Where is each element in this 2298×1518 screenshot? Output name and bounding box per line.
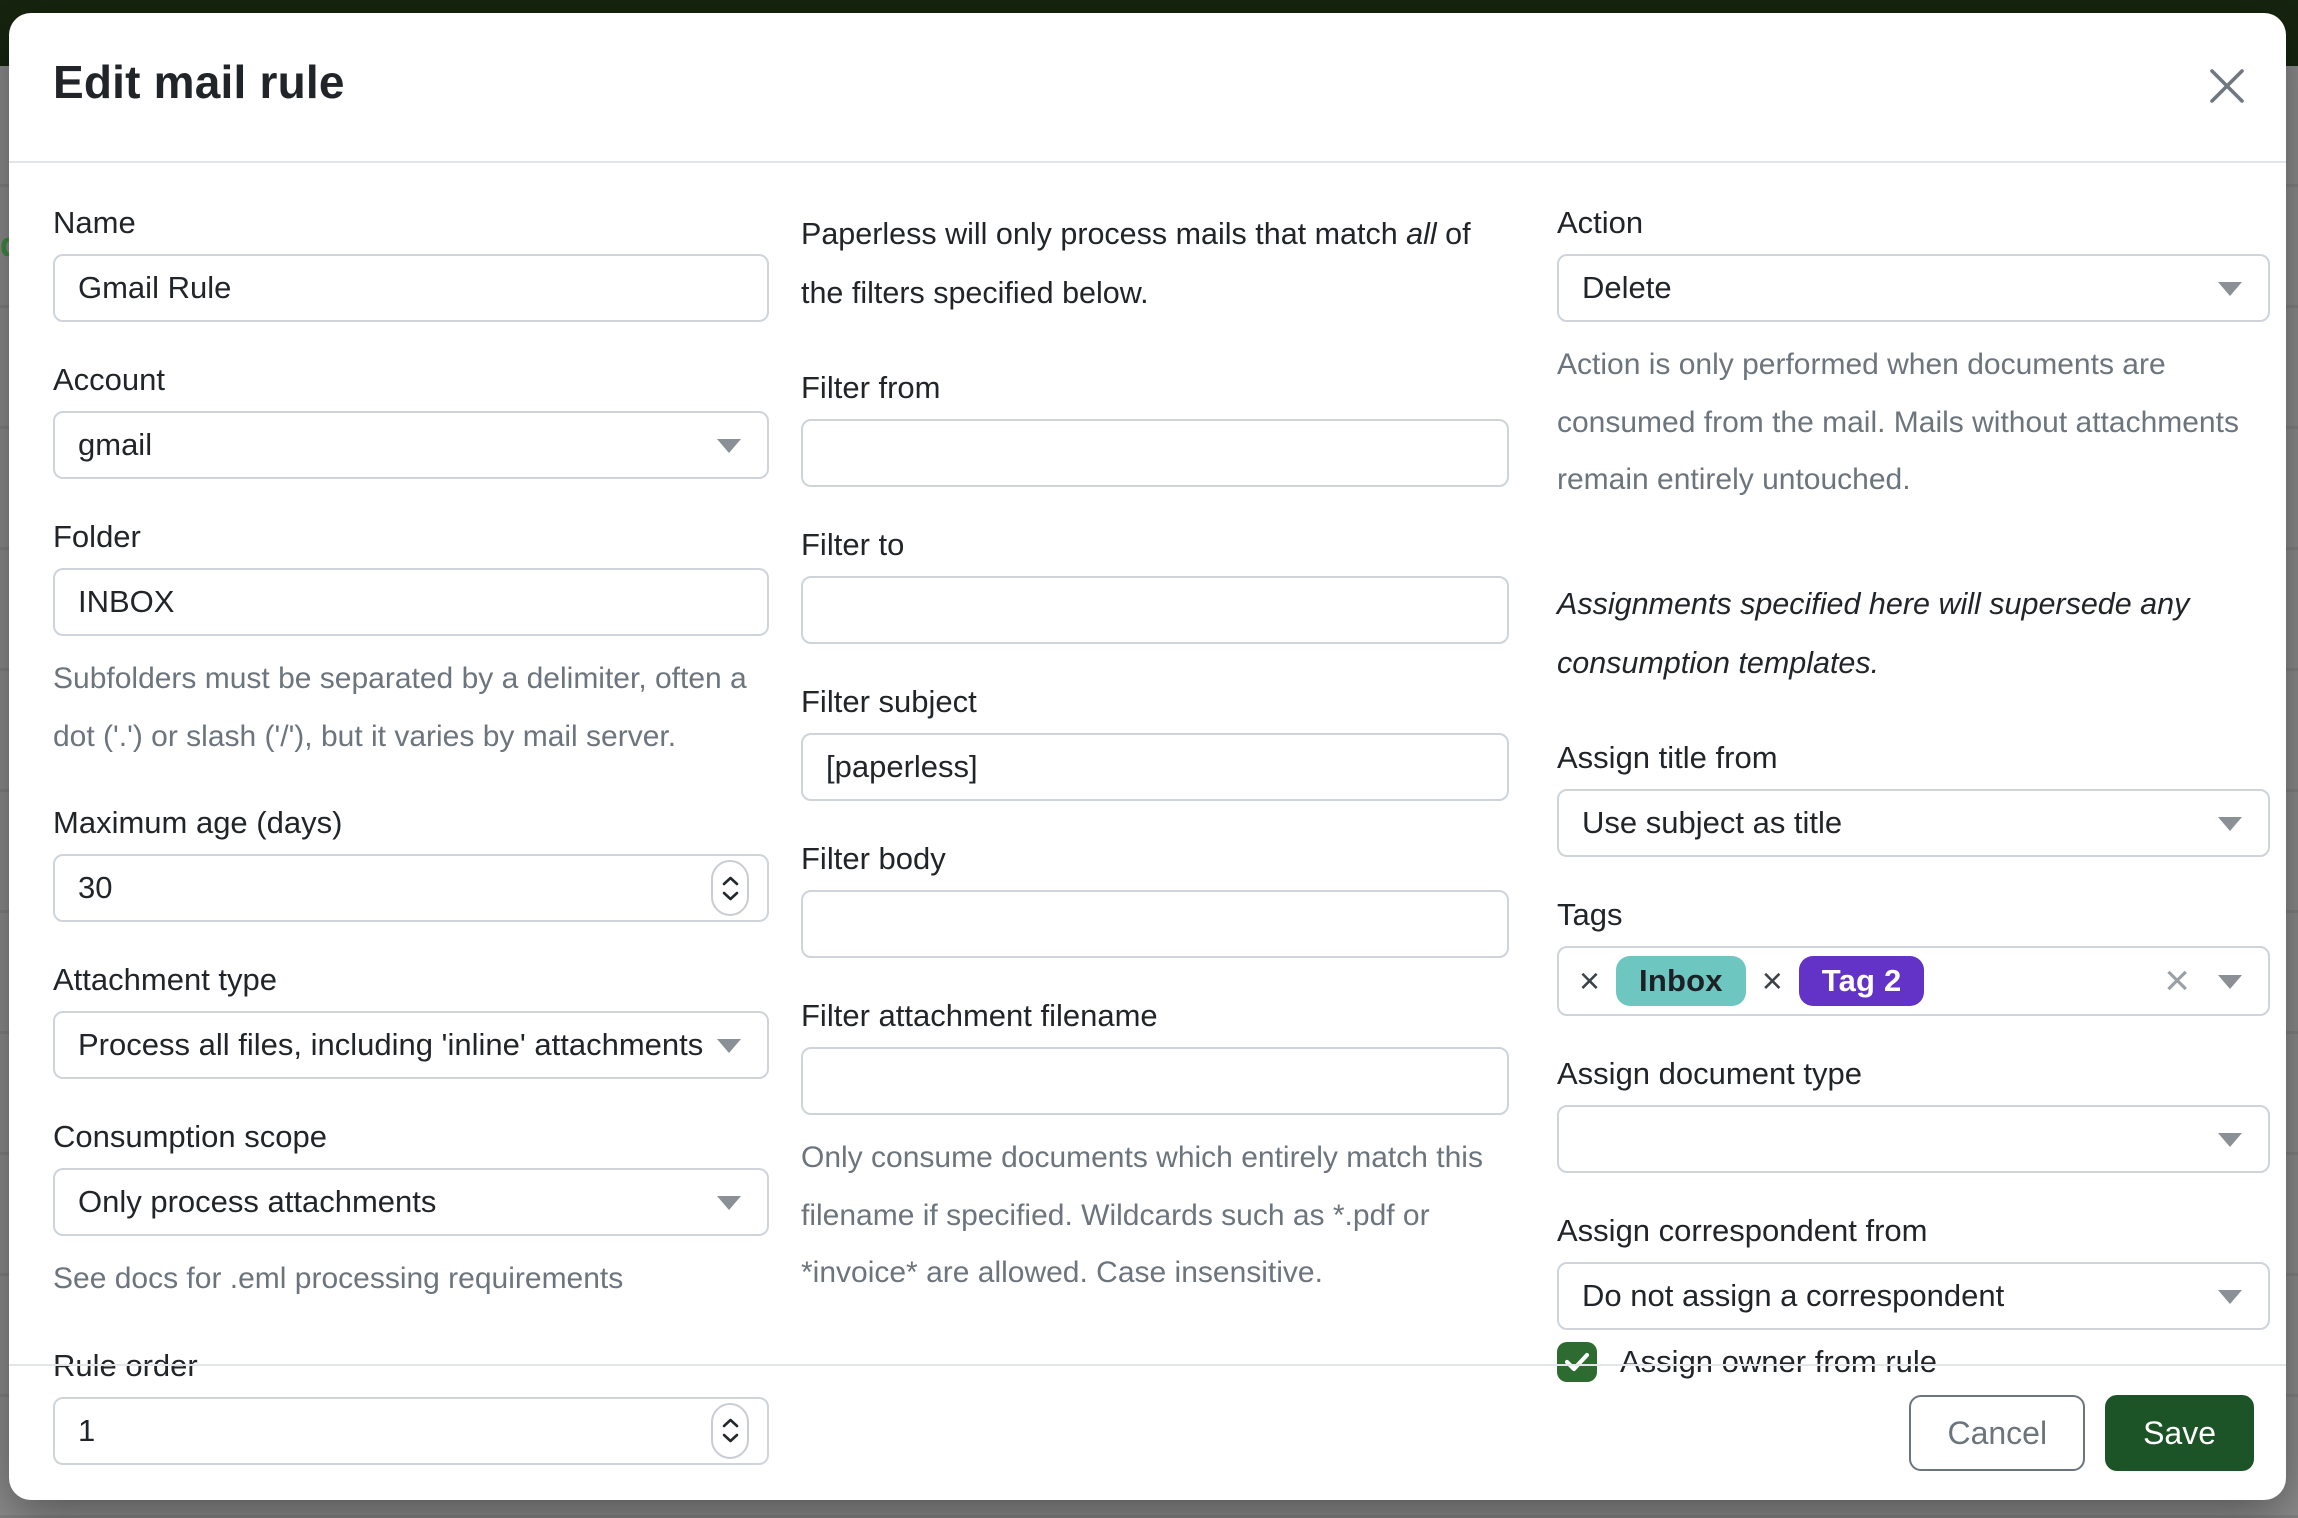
max-age-value: 30: [78, 870, 112, 906]
action-value: Delete: [1582, 270, 1672, 306]
screen: d Edit mail rule Name Gmail Rule: [0, 0, 2298, 1518]
assignments-note: Assignments specified here will supersed…: [1557, 575, 2270, 694]
chevron-down-icon: [2218, 975, 2242, 989]
tags-field-group: Tags × Inbox × Tag 2 ×: [1557, 897, 2270, 1016]
attachment-type-value: Process all files, including 'inline' at…: [78, 1027, 703, 1063]
column-filters: Paperless will only process mails that m…: [801, 205, 1509, 1366]
tags-multiselect[interactable]: × Inbox × Tag 2 ×: [1557, 946, 2270, 1016]
filter-subject-value: [paperless]: [826, 749, 978, 785]
chevron-down-icon: [2218, 817, 2242, 831]
assign-correspondent-label: Assign correspondent from: [1557, 1213, 2270, 1249]
chevron-down-icon: [717, 439, 741, 453]
column-action-assignments: Action Delete Action is only performed w…: [1557, 205, 2270, 1366]
account-field-group: Account gmail: [53, 362, 769, 479]
assign-doctype-select[interactable]: [1557, 1105, 2270, 1173]
assign-correspondent-select[interactable]: Do not assign a correspondent: [1557, 1262, 2270, 1330]
folder-input[interactable]: INBOX: [53, 568, 769, 636]
account-label: Account: [53, 362, 769, 398]
dialog-header: Edit mail rule: [9, 13, 2286, 163]
filter-from-label: Filter from: [801, 370, 1509, 406]
tag-chip: Inbox: [1616, 956, 1746, 1006]
max-age-input[interactable]: 30: [53, 854, 769, 922]
assign-correspondent-value: Do not assign a correspondent: [1582, 1278, 2004, 1314]
filter-to-input[interactable]: [801, 576, 1509, 644]
clear-all-tags-icon[interactable]: ×: [2164, 959, 2190, 1003]
folder-label: Folder: [53, 519, 769, 555]
dialog-body: Name Gmail Rule Account gmail Folder I: [9, 163, 2286, 1366]
action-label: Action: [1557, 205, 2270, 241]
tags-label: Tags: [1557, 897, 2270, 933]
chevron-down-icon: [2218, 1133, 2242, 1147]
account-select[interactable]: gmail: [53, 411, 769, 479]
filter-filename-field-group: Filter attachment filename Only consume …: [801, 998, 1509, 1302]
attachment-type-label: Attachment type: [53, 962, 769, 998]
folder-field-group: Folder INBOX Subfolders must be separate…: [53, 519, 769, 765]
consumption-scope-label: Consumption scope: [53, 1119, 769, 1155]
filter-body-field-group: Filter body: [801, 841, 1509, 958]
dialog-title: Edit mail rule: [53, 55, 345, 109]
assign-title-label: Assign title from: [1557, 740, 2270, 776]
assign-title-select[interactable]: Use subject as title: [1557, 789, 2270, 857]
assign-doctype-label: Assign document type: [1557, 1056, 2270, 1092]
action-select[interactable]: Delete: [1557, 254, 2270, 322]
dialog-footer: Cancel Save: [9, 1364, 2286, 1500]
filter-subject-field-group: Filter subject [paperless]: [801, 684, 1509, 801]
attachment-type-select[interactable]: Process all files, including 'inline' at…: [53, 1011, 769, 1079]
attachment-type-field-group: Attachment type Process all files, inclu…: [53, 962, 769, 1079]
close-button[interactable]: [2204, 63, 2250, 109]
assign-title-field-group: Assign title from Use subject as title: [1557, 740, 2270, 857]
consumption-scope-help-text: See docs for .eml processing requirement…: [53, 1250, 769, 1308]
chevron-down-icon: [717, 1039, 741, 1053]
action-help-text: Action is only performed when documents …: [1557, 336, 2270, 509]
action-field-group: Action Delete Action is only performed w…: [1557, 205, 2270, 509]
filter-filename-help-text: Only consume documents which entirely ma…: [801, 1129, 1509, 1302]
consumption-scope-select[interactable]: Only process attachments: [53, 1168, 769, 1236]
column-general: Name Gmail Rule Account gmail Folder I: [53, 205, 769, 1366]
close-icon: [2204, 97, 2250, 112]
account-value: gmail: [78, 427, 152, 463]
filter-to-field-group: Filter to: [801, 527, 1509, 644]
save-button[interactable]: Save: [2105, 1395, 2254, 1471]
folder-help-text: Subfolders must be separated by a delimi…: [53, 650, 769, 765]
name-input[interactable]: Gmail Rule: [53, 254, 769, 322]
name-field-group: Name Gmail Rule: [53, 205, 769, 322]
assign-title-value: Use subject as title: [1582, 805, 1842, 841]
remove-tag-icon[interactable]: ×: [1579, 963, 1600, 999]
chevron-down-icon: [2218, 1290, 2242, 1304]
cancel-button[interactable]: Cancel: [1909, 1395, 2085, 1471]
remove-tag-icon[interactable]: ×: [1762, 963, 1783, 999]
filter-from-field-group: Filter from: [801, 370, 1509, 487]
filter-filename-input[interactable]: [801, 1047, 1509, 1115]
name-label: Name: [53, 205, 769, 241]
chevron-down-icon: [717, 1196, 741, 1210]
number-stepper[interactable]: [711, 860, 749, 916]
filter-subject-label: Filter subject: [801, 684, 1509, 720]
filter-subject-input[interactable]: [paperless]: [801, 733, 1509, 801]
filter-to-label: Filter to: [801, 527, 1509, 563]
max-age-field-group: Maximum age (days) 30: [53, 805, 769, 922]
consumption-scope-field-group: Consumption scope Only process attachmen…: [53, 1119, 769, 1308]
chevron-down-icon: [2218, 282, 2242, 296]
filter-from-input[interactable]: [801, 419, 1509, 487]
assign-doctype-field-group: Assign document type: [1557, 1056, 2270, 1173]
filter-body-label: Filter body: [801, 841, 1509, 877]
tag-chip: Tag 2: [1799, 956, 1925, 1006]
filter-filename-label: Filter attachment filename: [801, 998, 1509, 1034]
filter-body-input[interactable]: [801, 890, 1509, 958]
assign-correspondent-field-group: Assign correspondent from Do not assign …: [1557, 1213, 2270, 1330]
edit-mail-rule-dialog: Edit mail rule Name Gmail Rule Account: [9, 13, 2286, 1500]
folder-value: INBOX: [78, 584, 174, 620]
max-age-label: Maximum age (days): [53, 805, 769, 841]
name-value: Gmail Rule: [78, 270, 231, 306]
consumption-scope-value: Only process attachments: [78, 1184, 436, 1220]
filters-intro-text: Paperless will only process mails that m…: [801, 205, 1509, 324]
